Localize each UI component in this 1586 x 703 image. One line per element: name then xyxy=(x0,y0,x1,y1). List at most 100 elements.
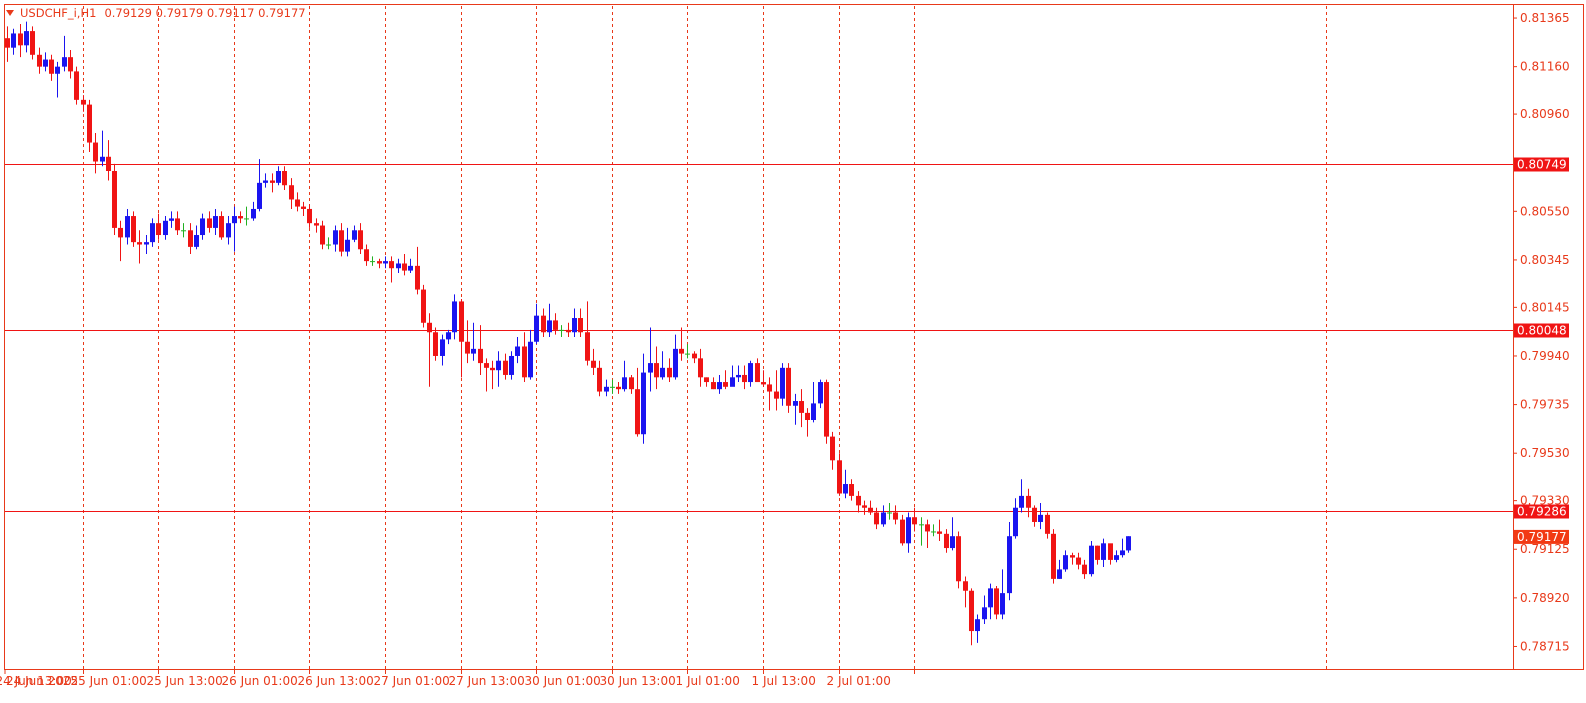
candle-body xyxy=(364,249,369,262)
candle-body xyxy=(704,377,709,383)
candle-body xyxy=(282,171,287,186)
candle-body xyxy=(270,180,275,183)
candle-body xyxy=(648,363,653,373)
candle-body xyxy=(459,301,464,342)
candle-body xyxy=(396,263,401,269)
candle-body xyxy=(830,436,835,461)
candle-body xyxy=(723,382,728,387)
candle-body xyxy=(112,171,117,228)
candle-body xyxy=(856,495,861,506)
candle-body xyxy=(490,367,495,371)
candle-body xyxy=(988,588,993,608)
candle-body xyxy=(118,227,123,238)
candle-body xyxy=(748,363,753,383)
x-tick-label: 25 Jun 01:00 xyxy=(71,674,147,688)
candle-body xyxy=(226,223,231,238)
candle-body xyxy=(175,218,180,231)
candle-body xyxy=(446,332,451,340)
candle-body xyxy=(604,386,609,392)
candle-body xyxy=(1007,536,1012,594)
candle-body xyxy=(534,315,539,342)
candle-body xyxy=(849,484,854,496)
x-tick-label: 27 Jun 13:00 xyxy=(449,674,525,688)
candle-body xyxy=(541,315,546,333)
current-price-label: 0.79177 xyxy=(1517,530,1567,544)
candle-body xyxy=(566,329,571,333)
candle-body xyxy=(572,318,577,333)
symbol-label: USDCHF_i,H1 xyxy=(20,6,97,20)
candle-body xyxy=(496,360,501,371)
x-tick-label: 27 Jun 01:00 xyxy=(374,674,450,688)
candle-body xyxy=(55,66,60,74)
y-tick-label: 0.81365 xyxy=(1520,11,1570,25)
candle-body xyxy=(452,301,457,333)
candle-body xyxy=(591,360,596,368)
level-price-label: 0.80749 xyxy=(1517,158,1567,172)
y-tick-label: 0.80145 xyxy=(1520,300,1570,314)
candle-body xyxy=(194,235,199,247)
candle-body xyxy=(585,332,590,361)
candle-body xyxy=(169,218,174,221)
candle-body xyxy=(736,374,741,378)
y-tick-label: 0.78715 xyxy=(1520,639,1570,653)
candle-body xyxy=(547,320,552,333)
candle-body xyxy=(843,484,848,494)
candle-body xyxy=(81,99,86,105)
candle-body xyxy=(1063,555,1068,570)
candle-body xyxy=(755,363,760,383)
candle-body xyxy=(352,230,357,240)
candle-body xyxy=(200,218,205,236)
candle-body xyxy=(370,261,375,263)
candle-body xyxy=(610,386,615,388)
candle-body xyxy=(1076,557,1081,565)
collapse-triangle-icon[interactable] xyxy=(6,10,14,16)
candle-body xyxy=(377,261,382,264)
candle-body xyxy=(1057,569,1062,579)
candle-body xyxy=(931,531,936,533)
candle-body xyxy=(559,329,564,331)
candle-body xyxy=(944,533,949,549)
candle-body xyxy=(276,171,281,183)
x-tick-label: 30 Jun 13:00 xyxy=(600,674,676,688)
y-tick-label: 0.80960 xyxy=(1520,107,1570,121)
candle-body xyxy=(805,412,810,420)
candle-body xyxy=(975,619,980,632)
candle-body xyxy=(956,536,961,582)
candle-body xyxy=(484,363,489,368)
candle-body xyxy=(503,360,508,375)
candle-body xyxy=(711,382,716,390)
candle-body xyxy=(125,216,130,238)
candle-body xyxy=(900,519,905,544)
ohlc-values: 0.79129 0.79179 0.79117 0.79177 xyxy=(104,6,306,20)
candle-body xyxy=(635,389,640,435)
candle-body xyxy=(427,322,432,333)
candle-body xyxy=(1051,533,1056,579)
candle-body xyxy=(578,318,583,333)
candle-body xyxy=(522,346,527,378)
candle-body xyxy=(137,242,142,245)
candle-body xyxy=(471,348,476,354)
candle-body xyxy=(1082,564,1087,575)
candle-body xyxy=(326,244,331,246)
candle-body xyxy=(257,182,262,209)
candle-body xyxy=(333,230,338,245)
candle-body xyxy=(188,230,193,247)
horizontal-levels-layer xyxy=(5,164,1513,512)
candle-body xyxy=(906,517,911,544)
chart-header: USDCHF_i,H1 0.79129 0.79179 0.79117 0.791… xyxy=(6,6,306,20)
candle-body xyxy=(150,223,155,243)
candle-body xyxy=(862,505,867,508)
candle-body xyxy=(868,507,873,513)
y-tick-label: 0.79940 xyxy=(1520,349,1570,363)
candle-body xyxy=(660,367,665,378)
candle-body xyxy=(887,512,892,514)
candle-body xyxy=(43,59,48,67)
y-tick-label: 0.79530 xyxy=(1520,446,1570,460)
candle-body xyxy=(301,206,306,209)
y-tick-label: 0.80550 xyxy=(1520,204,1570,218)
candle-body xyxy=(1013,507,1018,537)
candle-body xyxy=(1070,555,1075,558)
candles-layer xyxy=(5,21,1131,646)
candle-body xyxy=(799,401,804,413)
candle-body xyxy=(181,230,186,232)
